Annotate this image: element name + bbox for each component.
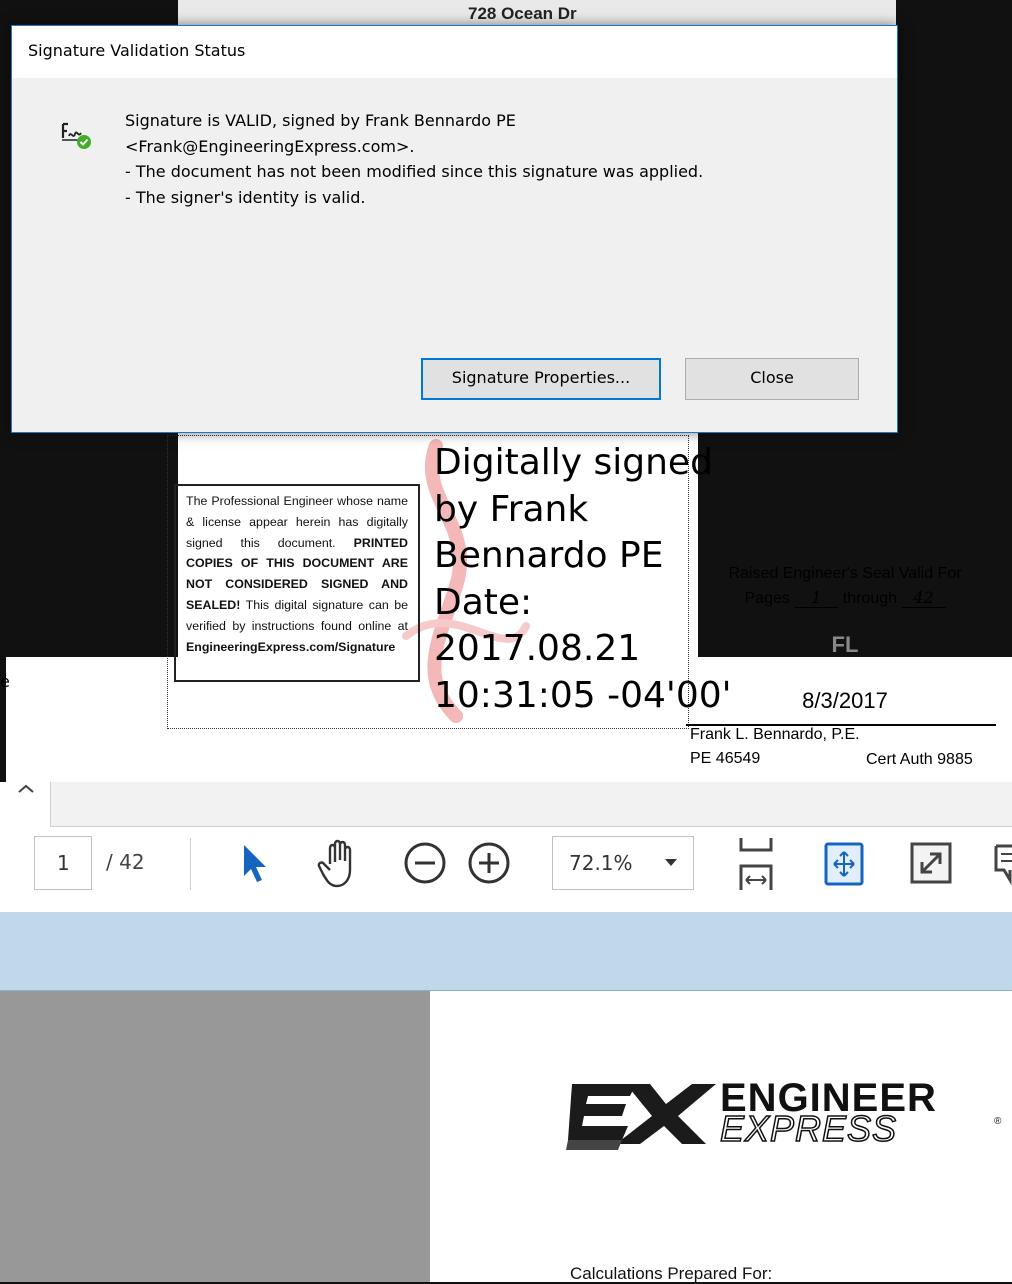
signed-line: Bennardo PE	[434, 535, 664, 576]
signed-line: 2017.08.21	[434, 628, 641, 669]
logo-registered-mark: ®	[994, 1116, 1002, 1127]
logo-text-express: EXPRESS	[719, 1107, 898, 1150]
zoom-out-icon[interactable]	[402, 840, 448, 886]
signature-notice: The Professional Engineer whose name & l…	[174, 484, 420, 682]
signature-details: Digitally signed by Frank Bennardo PE Da…	[434, 440, 732, 719]
zoom-value: 72.1%	[569, 851, 633, 875]
engineer-name: Frank L. Bennardo, P.E.	[690, 726, 860, 743]
zoom-select[interactable]: 72.1%	[552, 836, 694, 890]
signature-properties-button[interactable]: Signature Properties...	[421, 358, 661, 400]
valid-signature-icon	[61, 122, 91, 149]
select-arrow-icon[interactable]	[238, 842, 274, 886]
ex-logo-icon	[566, 1084, 716, 1150]
seal-validity-label: Raised Engineer's Seal Valid For	[728, 565, 962, 582]
message-line: <Frank@EngineeringExpress.com>.	[125, 136, 415, 156]
signature-validation-dialog: Signature Validation Status Signature is…	[11, 25, 898, 433]
navigation-band	[0, 912, 1012, 991]
message-line: Signature is VALID, signed by Frank Benn…	[125, 111, 516, 130]
toolbar-upper-row	[50, 782, 1012, 827]
signed-line: Date:	[434, 581, 533, 623]
signed-line: 10:31:05 -04'00'	[434, 674, 732, 716]
background-document-text: 728 Ocean Dr	[468, 4, 577, 23]
scrolling-mode-icon[interactable]	[822, 838, 868, 888]
signed-line: by Frank	[434, 488, 589, 530]
notice-url: EngineeringExpress.com/Signature	[186, 639, 396, 654]
page-gutter	[0, 991, 430, 1282]
comment-icon[interactable]	[992, 840, 1012, 886]
left-edge-text: e	[0, 672, 10, 691]
dialog-title: Signature Validation Status	[28, 41, 246, 60]
toolbar-divider	[190, 838, 191, 890]
pe-number: PE 46549	[690, 750, 761, 767]
seal-state: FL	[831, 632, 859, 657]
close-button[interactable]: Close	[685, 358, 859, 400]
page-number-input[interactable]: 1	[34, 836, 92, 890]
validation-message: Signature is VALID, signed by Frank Benn…	[125, 108, 845, 210]
message-line: - The document has not been modified sin…	[125, 162, 704, 181]
message-line: - The signer's identity is valid.	[125, 187, 366, 207]
full-screen-icon[interactable]	[908, 840, 954, 886]
seal-pages-to: 42	[901, 588, 946, 608]
digital-signature-field[interactable]: The Professional Engineer whose name & l…	[167, 435, 732, 729]
seal-date: 8/3/2017	[802, 688, 888, 713]
page-total: / 42	[106, 850, 145, 874]
zoom-in-icon[interactable]	[466, 840, 512, 886]
seal-pages-from: 1	[794, 588, 839, 608]
dialog-titlebar[interactable]: Signature Validation Status	[12, 26, 897, 78]
seal-pages-line: Pages 1 through 42	[700, 588, 990, 608]
chevron-down-icon	[665, 859, 677, 866]
seal-through-label: through	[842, 590, 898, 607]
fit-page-icon[interactable]	[736, 836, 776, 892]
collapse-chevron-icon[interactable]	[14, 782, 38, 794]
hand-tool-icon[interactable]	[316, 838, 364, 890]
calculations-prepared-label: Calculations Prepared For:	[570, 1264, 773, 1283]
signed-line: Digitally signed	[434, 442, 713, 483]
seal-pages-label: Pages	[744, 590, 790, 607]
cert-auth: Cert Auth 9885	[866, 751, 973, 768]
